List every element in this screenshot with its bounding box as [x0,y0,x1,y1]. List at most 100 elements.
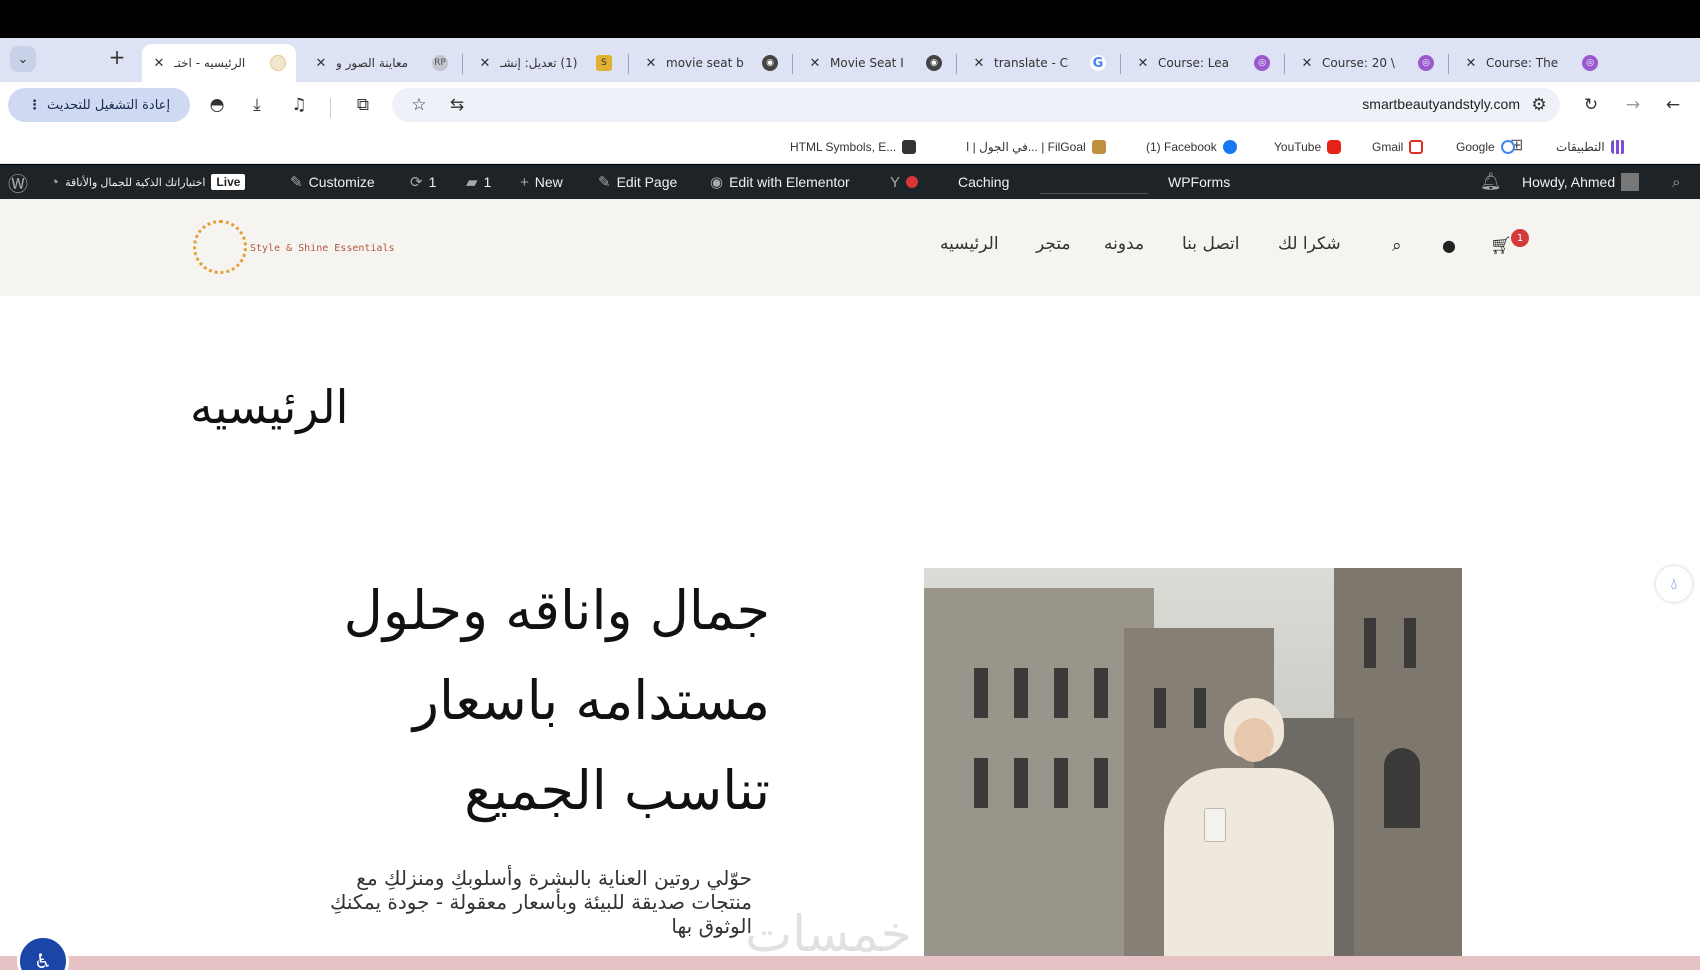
tab-6[interactable]: ✕ Course: Lea ◎ [1128,44,1278,82]
admin-site-name[interactable]: ◔ اختياراتك الذكية للجمال والأناقة Live [50,165,246,199]
updates-count: 1 [428,174,437,190]
tab-favicon-icon: RP [432,55,448,71]
tab-2[interactable]: ✕ (1) تعديل: إنشـ S [470,44,620,82]
updates-link[interactable]: ⟳ 1 [410,165,436,199]
reload-icon[interactable]: ↻ [1578,92,1604,118]
bookmark-label: في الجول | ا... | FilGoal [966,140,1086,154]
menu-item-thanks[interactable]: شكرا لك [1278,234,1341,254]
bookmark-google[interactable]: Google [1456,138,1515,156]
menu-item-blog[interactable]: مدونه [1104,234,1144,254]
bookmark-label: التطبيقات [1556,140,1605,154]
admin-search-icon[interactable]: ⌕ [1672,165,1680,199]
wp-admin-bar [0,165,1700,199]
close-icon[interactable]: ✕ [644,56,658,71]
tab-title: translate - C [994,56,1068,70]
tab-separator [1284,54,1285,74]
bookmark-gmail[interactable]: Gmail [1372,138,1424,156]
admin-progress-line [1040,190,1148,194]
tab-title: Movie Seat I [830,56,904,70]
cart-icon[interactable]: 🛒︎ [1490,236,1512,256]
new-content-link[interactable]: + New [520,165,563,199]
accessibility-drop-icon[interactable]: 💧︎ [1656,566,1692,602]
bookmark-facebook[interactable]: (1) Facebook [1146,138,1237,156]
dashboard-icon: ◔ [50,173,60,191]
comments-link[interactable]: ▰ 1 [466,165,491,199]
menu-item-shop[interactable]: متجر [1036,234,1071,254]
user-account-menu[interactable]: Howdy, Ahmed [1522,165,1640,199]
wpforms-link[interactable]: WPForms [1168,165,1230,199]
customize-label: Customize [308,174,375,190]
hero-description: حوّلي روتين العناية بالبشرة وأسلوبكِ ومن… [329,866,752,938]
extensions-puzzle-icon[interactable]: ⧉ [350,92,376,118]
notifications-bell-icon[interactable]: 🔔︎ [1480,165,1502,199]
menu-item-contact[interactable]: اتصل بنا [1182,234,1240,254]
yoast-seo-link[interactable]: Y [890,165,919,199]
tab-separator [792,54,793,74]
tab-list-button[interactable]: ⌄ [10,46,36,72]
back-icon[interactable]: ← [1660,92,1686,118]
gmail-icon [1409,140,1424,154]
search-icon[interactable]: ⌕ [1392,236,1402,256]
html-symbols-icon [902,140,917,154]
bookmark-label: HTML Symbols, E... [790,140,897,154]
close-icon[interactable]: ✕ [314,56,328,71]
translate-page-icon[interactable]: ⇆ [444,92,470,118]
course-icon: ◎ [1254,55,1270,71]
bookmark-apps[interactable]: التطبيقات [1556,138,1625,156]
menu-item-home[interactable]: الرئيسيه [940,234,999,254]
tab-title: Course: The [1486,56,1559,70]
tab-5[interactable]: ✕ translate - C G [964,44,1114,82]
customize-link[interactable]: ✎ Customize [290,165,375,199]
screen-top-strip [0,0,1700,38]
close-icon[interactable]: ✕ [808,56,822,71]
tab-title: الرئيسيه - اختـ [174,56,246,70]
tab-7[interactable]: ✕ Course: 20 \ ◎ [1292,44,1442,82]
close-icon[interactable]: ✕ [478,56,492,71]
site-logo-text[interactable]: Style & Shine Essentials [250,243,395,254]
tab-1[interactable]: ✕ معاينة الصور و RP [306,44,456,82]
bookmark-label: Google [1456,140,1495,154]
edit-page-label: Edit Page [616,174,678,190]
avatar [1621,173,1640,191]
close-icon[interactable]: ✕ [1136,56,1150,71]
tab-3[interactable]: ✕ movie seat b ◉ [636,44,786,82]
close-icon[interactable]: ✕ [152,56,166,71]
edit-elementor-link[interactable]: ◉ Edit with Elementor [710,165,850,199]
pencil-icon: ✎ [598,174,611,191]
user-icon[interactable]: ● [1442,236,1456,255]
bookmark-filgoal[interactable]: في الجول | ا... | FilGoal [966,138,1106,156]
site-settings-icon[interactable]: ⚙ [1526,92,1552,118]
bookmark-html-symbols[interactable]: HTML Symbols, E... [790,138,917,156]
close-icon[interactable]: ✕ [972,56,986,71]
toolbar-divider [330,98,331,118]
paintbrush-icon: ✎ [290,174,303,191]
close-icon[interactable]: ✕ [1300,56,1314,71]
globe-icon: ◉ [926,55,942,71]
media-control-icon[interactable]: ♫ [286,92,312,118]
url-text[interactable]: smartbeautyandstyly.com [1270,96,1520,116]
facebook-icon [1222,140,1237,154]
new-tab-button[interactable]: + [104,44,130,70]
caching-link[interactable]: Caching [958,165,1009,199]
tab-favicon-icon [270,55,286,71]
tab-8[interactable]: ✕ Course: The ◎ [1456,44,1606,82]
download-icon[interactable]: ⤓ [244,92,270,118]
close-icon[interactable]: ✕ [1464,56,1478,71]
forward-icon[interactable]: → [1620,92,1646,118]
plus-icon: + [520,173,529,191]
edit-page-link[interactable]: ✎ Edit Page [598,165,677,199]
extension-avatar-icon[interactable]: ◓ [204,92,230,118]
live-badge: Live [211,174,246,190]
tab-title: Course: Lea [1158,56,1229,70]
wordpress-logo-icon[interactable]: Ⓦ [8,165,28,199]
site-logo-icon[interactable] [193,220,247,274]
bookmark-star-icon[interactable]: ☆ [406,92,432,118]
bookmark-youtube[interactable]: YouTube [1274,138,1342,156]
relaunch-update-button[interactable]: إعادة التشغيل للتحديث ⋮ [8,88,190,122]
bottom-notice-bar [0,956,1700,970]
tab-4[interactable]: ✕ Movie Seat I ◉ [800,44,950,82]
tab-0[interactable]: ✕ الرئيسيه - اختـ [142,44,296,82]
bookmark-label: (1) Facebook [1146,140,1217,154]
new-label: New [534,174,563,190]
yoast-icon: Y [890,173,901,191]
